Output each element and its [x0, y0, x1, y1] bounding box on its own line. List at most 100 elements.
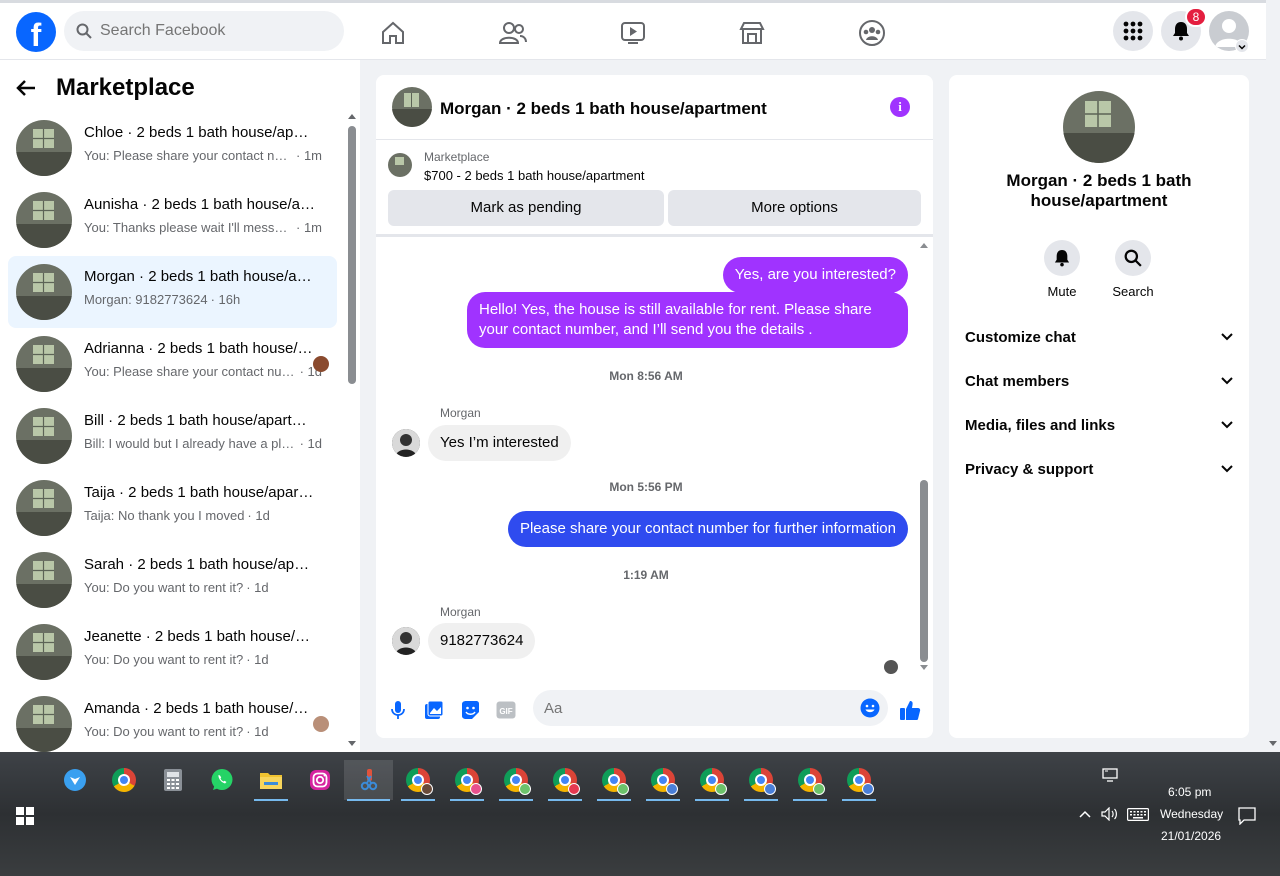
microphone-icon[interactable] [386, 698, 410, 722]
grid-icon [1123, 21, 1143, 41]
friends-icon[interactable] [493, 15, 533, 51]
taskbar-app-chrome-profile-1[interactable] [398, 760, 438, 801]
conversation-item[interactable]: Chloe · 2 beds 1 bath house/apartment You… [8, 112, 337, 184]
back-arrow-icon[interactable] [16, 79, 36, 97]
chrome-icon [504, 768, 531, 795]
conversation-item[interactable]: Morgan · 2 beds 1 bath house/apartment Mo… [8, 256, 337, 328]
conversation-item[interactable]: Jeanette · 2 beds 1 bath house/apartment… [8, 616, 337, 688]
sender-avatar[interactable] [392, 429, 420, 457]
marketplace-icon[interactable] [732, 15, 772, 51]
scroll-up-arrow[interactable] [347, 112, 357, 120]
clock-date[interactable]: 21/01/2026 [1161, 829, 1221, 843]
conversation-item[interactable]: Bill · 2 beds 1 bath house/apartment Bill… [8, 400, 337, 472]
volume-icon[interactable] [1101, 807, 1119, 821]
notification-center-icon[interactable] [1238, 807, 1256, 825]
conversation-item[interactable]: Amanda · 2 beds 1 bath house/apartment Yo… [8, 688, 337, 760]
conversation-name: Aunisha · 2 beds 1 bath house/apartment [84, 196, 316, 213]
listing-thumbnail [16, 696, 72, 752]
section-customize-chat[interactable]: Customize chat [965, 317, 1233, 357]
conversation-name: Amanda · 2 beds 1 bath house/apartment [84, 700, 316, 717]
clock-day[interactable]: Wednesday [1160, 807, 1223, 821]
taskbar-app-file-explorer[interactable] [251, 760, 291, 801]
thumbs-up-icon[interactable] [898, 698, 922, 722]
message-input-box[interactable] [533, 690, 888, 726]
chrome-icon [847, 768, 874, 795]
message-timestamp: Mon 5:56 PM [609, 480, 683, 494]
outgoing-message[interactable]: Yes, are you interested? [722, 257, 908, 293]
chevron-down-icon [1221, 465, 1233, 473]
taskbar-app-instagram[interactable] [300, 760, 340, 800]
taskbar-app-chrome-profile-7[interactable] [692, 760, 732, 801]
scrollbar-thumb[interactable] [348, 126, 356, 384]
listing-thumbnail[interactable] [388, 153, 412, 177]
page-scroll-down-arrow[interactable] [1268, 740, 1278, 748]
video-icon[interactable] [613, 15, 653, 51]
search-box[interactable] [64, 11, 344, 51]
network-desktop-icon[interactable] [1102, 768, 1118, 782]
photo-icon[interactable] [422, 698, 446, 722]
incoming-message[interactable]: Yes I’m interested [428, 425, 571, 461]
account-chevron-down-icon[interactable] [1235, 39, 1249, 53]
page-scrollbar[interactable] [1266, 60, 1280, 752]
sender-avatar[interactable] [392, 627, 420, 655]
groups-icon[interactable] [852, 15, 892, 51]
chat-listing-avatar[interactable] [392, 87, 432, 127]
whatsapp-icon [211, 769, 233, 790]
taskbar-app-chrome-profile-9[interactable] [790, 760, 830, 801]
windows-start-button[interactable] [16, 807, 34, 825]
section-media-files-links[interactable]: Media, files and links [965, 405, 1233, 445]
message-input[interactable] [544, 690, 844, 726]
conversation-preview: You: Do you want to rent it? · 1d [84, 724, 322, 739]
outgoing-message[interactable]: Please share your contact number for fur… [507, 511, 908, 547]
search-input[interactable] [100, 22, 320, 40]
taskbar-app-widget[interactable] [55, 760, 95, 800]
taskbar-app-calculator[interactable] [153, 760, 193, 800]
section-chat-members[interactable]: Chat members [965, 361, 1233, 401]
section-privacy-support[interactable]: Privacy & support [965, 449, 1233, 489]
search-in-chat-button[interactable]: Search [1103, 240, 1163, 299]
conversation-preview: You: Do you want to rent it? · 1d [84, 652, 322, 667]
menu-grid-button[interactable] [1113, 11, 1153, 51]
keyboard-icon[interactable] [1127, 808, 1149, 821]
taskbar-app-chrome[interactable] [104, 760, 144, 800]
mute-button[interactable]: Mute [1032, 240, 1092, 299]
gif-icon[interactable]: GIF [494, 698, 518, 722]
info-icon[interactable]: i [890, 97, 910, 117]
taskbar-app-chrome-profile-10[interactable] [839, 760, 879, 801]
taskbar-app-snipping-tool[interactable] [344, 760, 393, 801]
taskbar-app-whatsapp[interactable] [202, 760, 242, 800]
chat-scroll-up-arrow[interactable] [919, 241, 929, 249]
home-icon[interactable] [373, 15, 413, 51]
chevron-down-icon [1221, 377, 1233, 385]
search-icon [76, 23, 92, 39]
chat-scrollbar-thumb[interactable] [920, 480, 928, 662]
taskbar-app-chrome-profile-5[interactable] [594, 760, 634, 801]
incoming-message[interactable]: 9182773624 [428, 623, 536, 659]
chevron-up-icon[interactable] [1079, 810, 1091, 818]
chat-title[interactable]: Morgan · 2 beds 1 bath house/apartment [440, 99, 767, 119]
taskbar-app-chrome-profile-3[interactable] [496, 760, 536, 801]
listing-thumbnail [16, 336, 72, 392]
outgoing-message[interactable]: Hello! Yes, the house is still available… [467, 292, 908, 348]
taskbar-app-chrome-profile-2[interactable] [447, 760, 487, 801]
listing-price[interactable]: $700 - 2 beds 1 bath house/apartment [424, 168, 644, 183]
conversation-item[interactable]: Aunisha · 2 beds 1 bath house/apartment Y… [8, 184, 337, 256]
more-options-button[interactable]: More options [668, 190, 921, 226]
taskbar-app-chrome-profile-8[interactable] [741, 760, 781, 801]
conversation-item[interactable]: Taija · 2 beds 1 bath house/apartment Tai… [8, 472, 337, 544]
conversation-item[interactable]: Adrianna · 2 beds 1 bath house/apartment… [8, 328, 337, 400]
facebook-logo[interactable]: f [16, 12, 56, 52]
clock-time[interactable]: 6:05 pm [1168, 785, 1211, 799]
emoji-icon[interactable] [860, 698, 880, 718]
conversation-item[interactable]: Sarah · 2 beds 1 bath house/apartment You… [8, 544, 337, 616]
conversation-preview: You: Thanks please wait I'll message you… [84, 220, 322, 235]
listing-photo[interactable] [1063, 91, 1135, 163]
chat-scroll-down-arrow[interactable] [919, 664, 929, 672]
scroll-down-arrow[interactable] [347, 740, 357, 748]
taskbar-app-chrome-profile-4[interactable] [545, 760, 585, 801]
sticker-icon[interactable] [458, 698, 482, 722]
taskbar-app-chrome-profile-6[interactable] [643, 760, 683, 801]
last-message-time: · 1d [246, 652, 269, 667]
chrome-icon [651, 768, 678, 795]
mark-as-pending-button[interactable]: Mark as pending [388, 190, 664, 226]
